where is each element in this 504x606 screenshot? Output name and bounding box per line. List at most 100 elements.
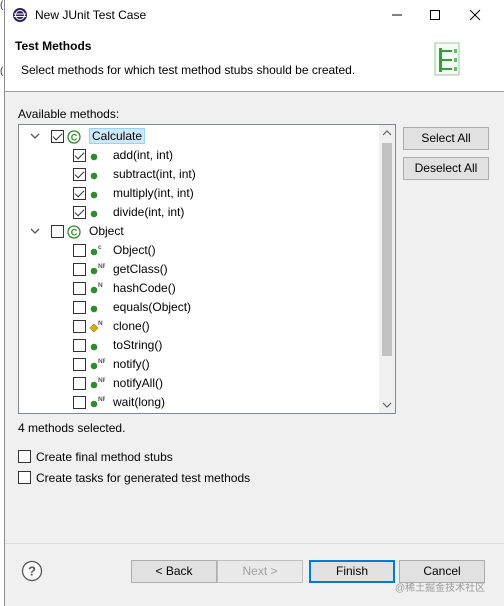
public-method-icon: [90, 343, 98, 351]
tree-method-row[interactable]: add(int, int): [19, 146, 381, 165]
watermark: @稀土掘金技术社区: [395, 583, 486, 594]
tree-method-label[interactable]: notify(): [113, 357, 150, 371]
page-description: Select methods for which test method stu…: [21, 63, 356, 77]
window-title: New JUnit Test Case: [35, 8, 147, 22]
select-all-button[interactable]: Select All: [403, 127, 489, 150]
minimize-icon: [392, 14, 402, 16]
protected-native-method-icon: N: [89, 320, 103, 333]
chevron-down-icon[interactable]: [30, 131, 40, 141]
public-method-icon: [90, 153, 98, 161]
tree-method-label[interactable]: add(int, int): [113, 148, 173, 162]
help-icon[interactable]: ?: [21, 560, 43, 582]
svg-text:NF: NF: [98, 377, 105, 384]
public-method-icon: [90, 172, 98, 180]
tree-method-row[interactable]: equals(Object): [19, 298, 381, 317]
tree-method-row[interactable]: multiply(int, int): [19, 184, 381, 203]
tree-method-row[interactable]: divide(int, int): [19, 203, 381, 222]
tree-method-label[interactable]: multiply(int, int): [113, 186, 194, 200]
tree-checkbox[interactable]: [73, 244, 86, 257]
tree-method-row[interactable]: NF notify(): [19, 355, 381, 374]
back-button[interactable]: < Back: [131, 560, 217, 583]
tree-checkbox[interactable]: [73, 301, 86, 314]
tree-checkbox[interactable]: [73, 263, 86, 276]
tree-class-row[interactable]: C Object: [19, 222, 381, 241]
tree-method-label[interactable]: toString(): [113, 338, 162, 352]
deselect-all-button[interactable]: Deselect All: [403, 157, 489, 180]
create-final-stubs-checkbox[interactable]: [18, 450, 31, 463]
native-method-icon: N: [90, 282, 103, 294]
tree-method-row[interactable]: NF notifyAll(): [19, 374, 381, 393]
native-final-method-icon: NF: [90, 358, 105, 370]
tree-checkbox[interactable]: [73, 187, 86, 200]
selection-status: 4 methods selected.: [18, 421, 126, 435]
svg-text:c: c: [98, 244, 102, 251]
close-button[interactable]: [455, 0, 495, 30]
button-bar-separator: [5, 543, 504, 544]
constructor-icon: c: [90, 244, 102, 256]
tree-checkbox[interactable]: [73, 282, 86, 295]
maximize-icon: [430, 10, 440, 20]
chevron-down-icon[interactable]: [30, 226, 40, 236]
scroll-down-icon[interactable]: [382, 400, 392, 410]
svg-text:N: N: [98, 282, 103, 289]
tree-method-label[interactable]: subtract(int, int): [113, 167, 196, 181]
methods-tree[interactable]: NF wait(long) NF notifyAll() NF notify() toStr…: [18, 124, 396, 414]
svg-text:NF: NF: [98, 358, 105, 365]
tree-method-row[interactable]: Nclone(): [19, 317, 381, 336]
junit-wizard-banner-icon: [434, 42, 460, 76]
next-button[interactable]: Next >: [217, 560, 303, 583]
close-icon: [469, 9, 481, 21]
tree-checkbox[interactable]: [73, 168, 86, 181]
svg-text:NF: NF: [98, 263, 105, 270]
tree-method-label[interactable]: Object(): [113, 243, 156, 257]
svg-text:C: C: [71, 133, 78, 143]
tree-checkbox[interactable]: [73, 396, 86, 409]
scrollbar-thumb[interactable]: [382, 143, 392, 356]
tree-vertical-scrollbar[interactable]: [379, 125, 395, 413]
svg-text:C: C: [71, 228, 78, 238]
class-icon: C: [67, 130, 81, 144]
tree-method-label[interactable]: equals(Object): [113, 300, 191, 314]
tree-method-row[interactable]: NF getClass(): [19, 260, 381, 279]
public-method-icon: [90, 305, 98, 313]
svg-text:N: N: [98, 320, 103, 327]
minimize-button[interactable]: [377, 0, 417, 30]
create-final-stubs-label[interactable]: Create final method stubs: [36, 450, 173, 464]
create-tasks-label[interactable]: Create tasks for generated test methods: [36, 471, 250, 485]
page-title: Test Methods: [15, 39, 92, 53]
svg-text:?: ?: [28, 564, 36, 579]
tree-checkbox[interactable]: [51, 225, 64, 238]
tree-method-label[interactable]: divide(int, int): [113, 205, 184, 219]
tree-checkbox[interactable]: [73, 320, 86, 333]
tree-method-label[interactable]: notifyAll(): [113, 376, 163, 390]
tree-checkbox[interactable]: [51, 130, 64, 143]
create-tasks-checkbox[interactable]: [18, 471, 31, 484]
svg-text:NF: NF: [98, 396, 105, 403]
tree-class-label[interactable]: Calculate: [89, 128, 146, 144]
tree-method-row[interactable]: toString(): [19, 336, 381, 355]
tree-method-row[interactable]: subtract(int, int): [19, 165, 381, 184]
tree-checkbox[interactable]: [73, 377, 86, 390]
finish-button[interactable]: Finish: [309, 560, 395, 583]
native-final-method-icon: NF: [90, 396, 105, 408]
tree-method-row[interactable]: NhashCode(): [19, 279, 381, 298]
tree-method-label[interactable]: wait(long): [113, 395, 165, 409]
available-methods-label: Available methods:: [18, 107, 120, 121]
tree-method-row[interactable]: NF wait(long): [19, 393, 381, 412]
tree-checkbox[interactable]: [73, 358, 86, 371]
maximize-button[interactable]: [415, 0, 455, 30]
public-method-icon: [90, 210, 98, 218]
tree-class-label[interactable]: Object: [89, 224, 124, 238]
tree-method-label[interactable]: clone(): [113, 319, 150, 333]
tree-class-row[interactable]: C Calculate: [19, 127, 381, 146]
class-icon: C: [67, 225, 81, 239]
tree-checkbox[interactable]: [73, 339, 86, 352]
tree-method-label[interactable]: hashCode(): [113, 281, 176, 295]
scroll-up-icon[interactable]: [382, 128, 392, 138]
tree-checkbox[interactable]: [73, 149, 86, 162]
tree-checkbox[interactable]: [73, 206, 86, 219]
native-final-method-icon: NF: [90, 377, 105, 389]
wizard-banner: Test Methods Select methods for which te…: [5, 30, 504, 92]
tree-method-label[interactable]: getClass(): [113, 262, 168, 276]
tree-method-row[interactable]: c Object(): [19, 241, 381, 260]
